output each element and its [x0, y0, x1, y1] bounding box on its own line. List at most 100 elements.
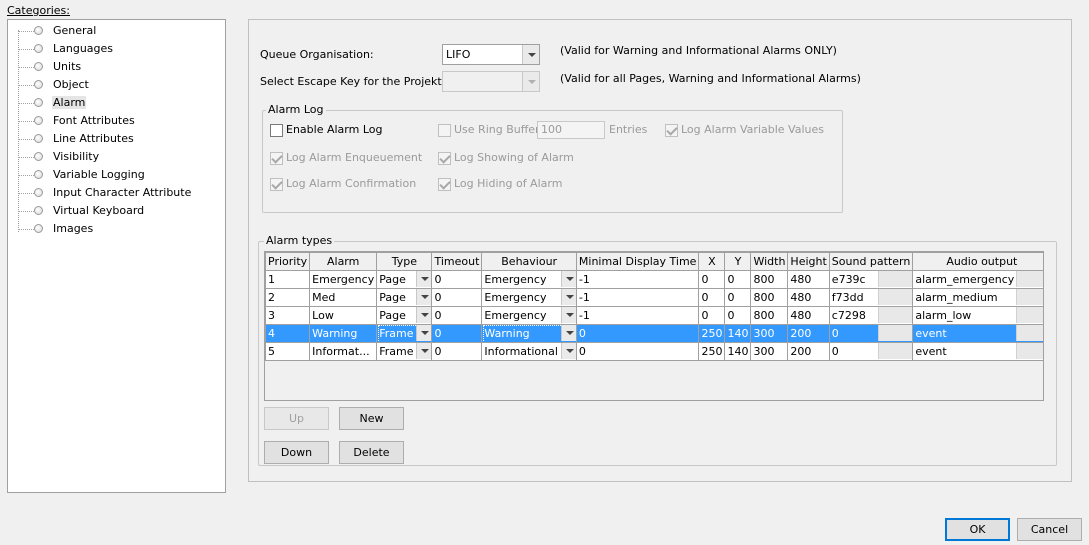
cell-priority[interactable]: 5 — [265, 342, 311, 361]
cell-alarm[interactable]: Low — [309, 306, 378, 325]
chevron-down-icon[interactable] — [560, 325, 576, 341]
cell-min-time[interactable]: -1 — [575, 270, 700, 289]
tree-item-alarm[interactable]: Alarm — [18, 95, 223, 113]
cell-behaviour[interactable]: Warning — [481, 324, 577, 343]
browse-button[interactable] — [878, 343, 912, 359]
queue-organisation-select[interactable]: LIFO — [442, 44, 540, 65]
cell-y[interactable]: 140 — [724, 342, 752, 361]
cell-timeout[interactable]: 0 — [431, 306, 483, 325]
cell-min-time[interactable]: -1 — [575, 288, 700, 307]
browse-button[interactable] — [1016, 325, 1043, 341]
tree-item-virtual-keyboard[interactable]: Virtual Keyboard — [18, 203, 223, 221]
cell-audio[interactable]: alarm_low — [912, 306, 1043, 325]
tree-item-units[interactable]: Units — [18, 59, 223, 77]
cell-height[interactable]: 480 — [787, 270, 830, 289]
chevron-down-icon[interactable] — [416, 325, 431, 341]
column-header[interactable]: X — [698, 252, 726, 271]
table-row[interactable]: 1 Emergency Page 0 Emergency -1 0 0 800 480 e739c a… — [265, 270, 1043, 289]
tree-item-languages[interactable]: Languages — [18, 41, 223, 59]
cell-timeout[interactable]: 0 — [431, 270, 483, 289]
cancel-button[interactable]: Cancel — [1017, 518, 1082, 541]
cell-behaviour[interactable]: Emergency — [481, 288, 577, 307]
cell-sound[interactable]: e739c — [828, 270, 914, 289]
chevron-down-icon[interactable] — [560, 271, 576, 287]
cell-height[interactable]: 480 — [787, 288, 830, 307]
chevron-down-icon[interactable] — [522, 72, 539, 91]
table-row[interactable]: 4 Warning Frame 0 Warning 0 250 140 300 200 0 event — [265, 324, 1043, 343]
column-header[interactable]: Minimal Display Time — [575, 252, 700, 271]
tree-item-line-attributes[interactable]: Line Attributes — [18, 131, 223, 149]
cell-priority[interactable]: 1 — [265, 270, 311, 289]
cell-sound[interactable]: 0 — [828, 342, 914, 361]
ok-button[interactable]: OK — [945, 518, 1010, 541]
chevron-down-icon[interactable] — [416, 271, 431, 287]
cell-priority[interactable]: 4 — [265, 324, 311, 343]
browse-button[interactable] — [878, 271, 912, 287]
enable-alarm-log-checkbox[interactable] — [270, 124, 283, 137]
cell-height[interactable]: 200 — [787, 342, 830, 361]
log-showing-of-alarm-checkbox[interactable] — [438, 152, 451, 165]
cell-min-time[interactable]: -1 — [575, 306, 700, 325]
cell-behaviour[interactable]: Informational — [481, 342, 577, 361]
browse-button[interactable] — [878, 325, 912, 341]
cell-x[interactable]: 250 — [698, 324, 726, 343]
cell-y[interactable]: 140 — [724, 324, 752, 343]
cell-type[interactable]: Frame — [376, 324, 433, 343]
alarm-types-table-container[interactable]: Priority Alarm Type Timeout Behaviour Minimal… — [264, 251, 1044, 401]
cell-audio[interactable]: alarm_emergency — [912, 270, 1043, 289]
cell-priority[interactable]: 2 — [265, 288, 311, 307]
cell-alarm[interactable]: Warning — [309, 324, 378, 343]
cell-height[interactable]: 480 — [787, 306, 830, 325]
cell-width[interactable]: 800 — [750, 306, 789, 325]
cell-y[interactable]: 0 — [724, 306, 752, 325]
chevron-down-icon[interactable] — [416, 307, 431, 323]
cell-audio[interactable]: event — [912, 342, 1043, 361]
chevron-down-icon[interactable] — [560, 343, 576, 359]
cell-type[interactable]: Page — [376, 288, 433, 307]
cell-height[interactable]: 200 — [787, 324, 830, 343]
cell-alarm[interactable]: Emergency — [309, 270, 378, 289]
cell-alarm[interactable]: Informat... — [309, 342, 378, 361]
cell-type[interactable]: Frame — [376, 342, 433, 361]
column-header[interactable]: Alarm — [309, 252, 378, 271]
cell-sound[interactable]: f73dd — [828, 288, 914, 307]
cell-x[interactable]: 0 — [698, 270, 726, 289]
tree-item-font-attributes[interactable]: Font Attributes — [18, 113, 223, 131]
cell-x[interactable]: 250 — [698, 342, 726, 361]
cell-y[interactable]: 0 — [724, 288, 752, 307]
tree-item-visibility[interactable]: Visibility — [18, 149, 223, 167]
log-alarm-confirmation-checkbox[interactable] — [270, 178, 283, 191]
categories-tree[interactable]: General Languages Units Object Alarm Font Att… — [7, 19, 226, 493]
chevron-down-icon[interactable] — [560, 307, 576, 323]
cell-timeout[interactable]: 0 — [431, 324, 483, 343]
chevron-down-icon[interactable] — [416, 289, 431, 305]
browse-button[interactable] — [1016, 307, 1043, 323]
cell-timeout[interactable]: 0 — [431, 342, 483, 361]
cell-width[interactable]: 800 — [750, 270, 789, 289]
log-alarm-enqueuement-checkbox[interactable] — [270, 152, 283, 165]
tree-item-variable-logging[interactable]: Variable Logging — [18, 167, 223, 185]
delete-button[interactable]: Delete — [339, 441, 404, 464]
column-header[interactable]: Height — [787, 252, 830, 271]
new-button[interactable]: New — [339, 407, 404, 430]
browse-button[interactable] — [1016, 271, 1043, 287]
tree-item-input-character-attribute[interactable]: Input Character Attribute — [18, 185, 223, 203]
cell-y[interactable]: 0 — [724, 270, 752, 289]
column-header[interactable]: Type — [376, 252, 433, 271]
cell-audio[interactable]: alarm_medium — [912, 288, 1043, 307]
browse-button[interactable] — [878, 289, 912, 305]
up-button[interactable]: Up — [264, 407, 329, 430]
chevron-down-icon[interactable] — [416, 343, 431, 359]
tree-item-general[interactable]: General — [18, 23, 223, 41]
cell-alarm[interactable]: Med — [309, 288, 378, 307]
use-ring-buffer-checkbox[interactable] — [438, 124, 451, 137]
cell-width[interactable]: 300 — [750, 324, 789, 343]
column-header[interactable]: Width — [750, 252, 789, 271]
escape-key-select[interactable] — [442, 71, 540, 92]
cell-sound[interactable]: 0 — [828, 324, 914, 343]
chevron-down-icon[interactable] — [560, 289, 576, 305]
tree-item-images[interactable]: Images — [18, 221, 223, 239]
chevron-down-icon[interactable] — [522, 45, 539, 64]
browse-button[interactable] — [1016, 343, 1043, 359]
column-header[interactable]: Timeout — [431, 252, 483, 271]
